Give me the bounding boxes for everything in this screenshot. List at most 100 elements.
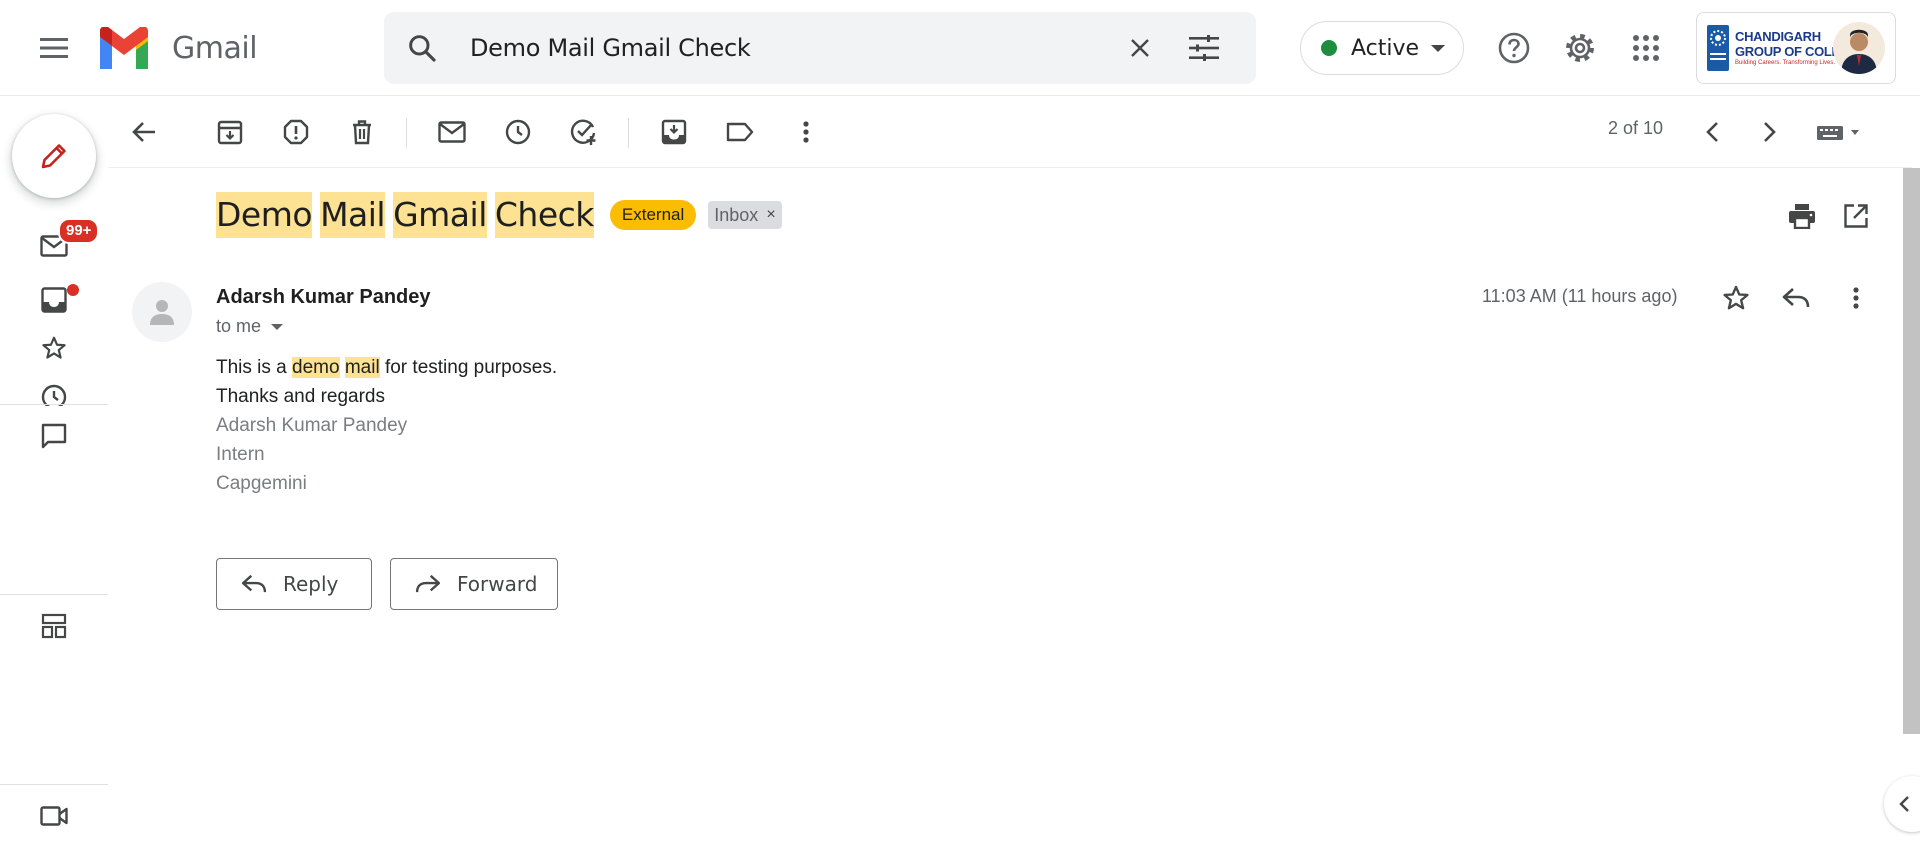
spaces-icon xyxy=(41,613,67,639)
labels-button[interactable] xyxy=(716,108,764,156)
chevron-left-icon xyxy=(1899,796,1909,812)
new-window-button[interactable] xyxy=(1836,196,1876,236)
newer-button[interactable] xyxy=(1688,108,1736,156)
add-to-tasks-button[interactable] xyxy=(560,108,608,156)
toolbar-separator xyxy=(406,118,407,148)
rail-divider xyxy=(0,594,108,595)
subject-word: Gmail xyxy=(393,192,487,238)
snooze-button[interactable] xyxy=(494,108,542,156)
inbox-icon xyxy=(41,287,67,313)
open-in-new-icon xyxy=(1844,204,1868,228)
search-bar[interactable]: Demo Mail Gmail Check xyxy=(384,12,1256,84)
app-name: Gmail xyxy=(172,30,258,66)
move-to-button[interactable] xyxy=(650,108,698,156)
scrollbar[interactable] xyxy=(1903,168,1920,734)
reply-label: Reply xyxy=(283,572,339,596)
label-icon xyxy=(726,122,754,142)
rail-spaces[interactable] xyxy=(30,602,78,650)
rail-chat[interactable] xyxy=(30,412,78,460)
older-button[interactable] xyxy=(1746,108,1794,156)
message-subject: Demo Mail Gmail Check External Inbox × xyxy=(216,192,782,238)
clock-icon xyxy=(41,384,67,406)
star-icon xyxy=(1723,285,1749,310)
message-pager: 2 of 10 xyxy=(1608,118,1664,138)
search-options-button[interactable] xyxy=(1184,28,1224,68)
highlighted-term: mail xyxy=(344,357,380,378)
account-button[interactable]: CHANDIGARH GROUP OF COLLEGES Building Ca… xyxy=(1696,12,1896,84)
print-icon xyxy=(1789,204,1815,229)
message-more-button[interactable] xyxy=(1834,276,1878,320)
delete-button[interactable] xyxy=(338,108,386,156)
search-icon[interactable] xyxy=(406,32,438,64)
report-icon xyxy=(283,119,309,145)
star-icon xyxy=(42,336,66,359)
archive-button[interactable] xyxy=(206,108,254,156)
forward-button[interactable]: Forward xyxy=(390,558,558,610)
archive-icon xyxy=(217,120,243,145)
external-label[interactable]: External xyxy=(609,200,697,230)
forward-label: Forward xyxy=(457,572,538,596)
more-vert-icon xyxy=(1853,287,1859,309)
clear-search-button[interactable] xyxy=(1120,28,1160,68)
mark-unread-button[interactable] xyxy=(428,108,476,156)
reply-button[interactable]: Reply xyxy=(216,558,372,610)
settings-button[interactable] xyxy=(1556,24,1604,72)
more-vert-icon xyxy=(803,121,809,143)
person-icon xyxy=(150,300,174,325)
apps-grid-icon xyxy=(1633,35,1659,61)
reply-icon xyxy=(1782,288,1810,308)
reply-icon xyxy=(241,574,267,593)
compose-button[interactable] xyxy=(12,114,96,198)
search-input[interactable]: Demo Mail Gmail Check xyxy=(470,34,751,62)
report-spam-button[interactable] xyxy=(272,108,320,156)
signature-name: Adarsh Kumar Pandey xyxy=(216,415,408,436)
avatar[interactable] xyxy=(1833,22,1885,74)
arrow-back-icon xyxy=(132,122,155,142)
help-icon xyxy=(1498,32,1530,64)
hamburger-icon xyxy=(40,38,68,58)
active-status-dot xyxy=(1321,40,1337,56)
keyboard-icon xyxy=(1817,126,1859,140)
recipient-details-toggle[interactable]: to me xyxy=(216,316,284,337)
print-all-button[interactable] xyxy=(1782,196,1822,236)
new-activity-dot xyxy=(67,284,79,296)
reply-message-button[interactable] xyxy=(1774,276,1818,320)
gear-icon xyxy=(1566,34,1594,62)
organization-logo xyxy=(1707,25,1729,71)
subject-word: Check xyxy=(494,192,594,238)
video-camera-icon xyxy=(40,806,68,826)
rail-divider xyxy=(0,784,108,785)
back-button[interactable] xyxy=(120,108,168,156)
message-timestamp: 11:03 AM (11 hours ago) xyxy=(1482,286,1678,306)
rail-snoozed[interactable] xyxy=(30,372,78,406)
trash-icon xyxy=(353,120,371,145)
sender-name[interactable]: Adarsh Kumar Pandey xyxy=(216,286,431,309)
rail-meet[interactable] xyxy=(30,792,78,840)
star-message-button[interactable] xyxy=(1714,276,1758,320)
inbox-label[interactable]: Inbox × xyxy=(708,201,782,229)
recipient-text: to me xyxy=(216,316,262,336)
rail-starred[interactable] xyxy=(30,324,78,372)
apps-button[interactable] xyxy=(1622,24,1670,72)
remove-label-button[interactable]: × xyxy=(766,201,775,229)
sender-avatar[interactable] xyxy=(132,282,192,342)
unread-count-badge: 99+ xyxy=(58,218,100,244)
input-tools-button[interactable] xyxy=(1808,108,1872,156)
chat-icon xyxy=(41,423,67,449)
support-button[interactable] xyxy=(1490,24,1538,72)
highlighted-term: demo xyxy=(292,357,340,378)
tune-icon xyxy=(1189,35,1219,61)
forward-icon xyxy=(415,574,441,593)
clock-icon xyxy=(505,119,531,145)
mail-icon xyxy=(438,121,466,143)
main-menu-button[interactable] xyxy=(30,24,78,72)
rail-divider xyxy=(0,404,108,405)
status-label: Active xyxy=(1351,35,1420,61)
status-selector[interactable]: Active xyxy=(1300,21,1464,75)
more-options-button[interactable] xyxy=(782,108,830,156)
chevron-left-icon xyxy=(1706,122,1718,142)
gmail-logo[interactable]: Gmail xyxy=(96,24,258,72)
body-text: This is a xyxy=(216,357,293,378)
add-task-icon xyxy=(570,119,596,145)
side-panel-toggle[interactable] xyxy=(1884,776,1920,832)
